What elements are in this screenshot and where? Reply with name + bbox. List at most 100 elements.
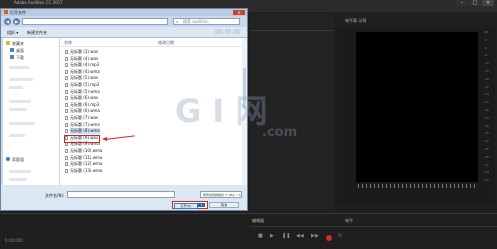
meter-bar (430, 184, 431, 188)
meter-tick: -15 (484, 69, 489, 73)
file-name: 无标题 (7).wma (70, 121, 100, 127)
file-name: 无标题 (4).wav (70, 55, 99, 61)
back-button[interactable]: ◀ (4, 18, 11, 25)
dialog-title: 打开文件 (10, 10, 26, 15)
loop-icon[interactable]: ↻ (338, 233, 342, 239)
file-row[interactable]: 无标题 (3).wav (65, 49, 125, 55)
meter-display (356, 32, 478, 182)
audio-file-icon (65, 96, 68, 101)
file-row[interactable]: 无标题 (6).mp3 (65, 102, 125, 108)
blurred-item (9, 86, 23, 89)
open-button[interactable]: 打开(O) (174, 203, 198, 209)
audio-file-icon (65, 50, 68, 54)
open-dropdown-button[interactable]: ▾ (198, 203, 205, 207)
file-row[interactable]: 无标题 (4).wav (65, 56, 125, 62)
meter-bar (402, 184, 403, 188)
level-tab[interactable]: 电平 (345, 218, 353, 224)
navigation-pane: 收藏夹 桌面 下载 家庭组 (3, 38, 60, 185)
meter-tick: -36 (484, 123, 489, 128)
file-row[interactable]: 无标题 (5).mp3 (65, 82, 125, 88)
file-name: 无标题 (6).wma (70, 108, 100, 114)
file-row[interactable]: 无标题 (7).wav (65, 115, 125, 121)
file-row[interactable]: 无标题 (11).wma (65, 155, 125, 161)
dialog-footer: 文件名(N): 所有支持的格式 (*.264, *.3g2, *. 打开(O) … (1, 185, 247, 210)
nav-favorites-label: 收藏夹 (12, 41, 24, 46)
meter-bar (374, 184, 375, 188)
meter-bar (446, 184, 447, 188)
time-display: 0:00.000 (5, 238, 23, 243)
file-row[interactable]: 无标题 (4).mp3 (65, 62, 125, 68)
file-row[interactable]: 无标题 (12).wma (65, 161, 125, 167)
search-input[interactable]: ⌕ 搜索 audition (173, 18, 240, 25)
view-button[interactable] (215, 29, 223, 34)
preview-pane-button[interactable] (225, 29, 231, 34)
stop-icon[interactable]: ■ (258, 233, 263, 239)
audio-file-icon (65, 109, 68, 114)
meter-bar (462, 184, 463, 188)
forward-icon[interactable]: ▶▶ (311, 233, 319, 239)
open-button-highlight: 打开(O) ▾ (172, 201, 208, 209)
meter-bar (382, 184, 383, 188)
meter-bar (450, 184, 451, 188)
divider (60, 46, 242, 47)
filename-input[interactable] (67, 191, 175, 198)
audio-file-icon (65, 122, 68, 127)
file-name: 无标题 (5).wav (70, 75, 99, 81)
file-row[interactable]: 无标题 (13).wma (65, 168, 125, 174)
file-row[interactable]: 无标题 (8).wma (65, 128, 125, 135)
blurred-item (9, 108, 27, 111)
audio-file-icon (65, 162, 68, 167)
meter-bar (458, 184, 459, 188)
selected-file-highlight (64, 135, 100, 143)
file-name: 无标题 (10).wma (70, 148, 103, 153)
download-icon (10, 55, 14, 59)
search-icon: ⌕ (176, 19, 179, 24)
nav-homegroup-label: 家庭组 (12, 157, 24, 162)
blurred-item (9, 122, 35, 125)
meter-tick: -48 (484, 154, 489, 159)
new-folder-button[interactable]: 新建文件夹 (27, 30, 47, 36)
address-bar[interactable] (22, 18, 168, 25)
meter-bar (442, 184, 443, 188)
audio-file-icon (65, 116, 68, 120)
timeline-track (250, 226, 497, 227)
pause-icon[interactable]: ❚❚ (282, 233, 290, 239)
audition-icon (4, 10, 8, 14)
file-name: 无标题 (8).wma (70, 128, 100, 135)
record-button[interactable] (326, 235, 332, 241)
file-name: 无标题 (11).wma (70, 154, 103, 160)
meter-bar (434, 184, 435, 188)
dialog-toolbar: 组织 ▾ 新建文件夹 (1, 27, 247, 38)
meter-bar (362, 184, 363, 188)
cancel-button[interactable]: 取消 (209, 202, 239, 208)
nav-desktop-label: 桌面 (16, 48, 24, 53)
play-icon[interactable]: ▶ (270, 233, 274, 239)
audio-file-icon (65, 83, 68, 87)
file-row[interactable]: 无标题 (6).wma (65, 108, 125, 114)
blurred-item (9, 170, 31, 173)
editor-tab[interactable]: 编辑器 (252, 218, 264, 224)
organize-button[interactable]: 组织 ▾ (7, 30, 18, 36)
blurred-item (9, 134, 25, 137)
blurred-item (9, 66, 29, 69)
meter-bar (366, 184, 367, 188)
nav-downloads-label: 下载 (16, 55, 24, 60)
file-row[interactable]: 无标题 (5).wma (65, 89, 125, 95)
rewind-icon[interactable]: ◀◀ (296, 233, 304, 239)
file-row[interactable]: 无标题 (5).wav (65, 75, 125, 81)
file-row[interactable]: 无标题 (10).wma (65, 148, 125, 154)
file-row[interactable]: 无标题 (4).wma (65, 69, 125, 75)
meter-tick: -42 (484, 139, 489, 144)
audio-file-icon (65, 155, 68, 160)
forward-button[interactable]: ▶ (13, 18, 20, 25)
close-button[interactable]: ✕ (233, 10, 245, 15)
file-row[interactable]: 无标题 (7).wma (65, 122, 125, 128)
file-type-select[interactable]: 所有支持的格式 (*.264, *.3g2, *. (200, 191, 242, 198)
file-name: 无标题 (3).wav (70, 49, 99, 54)
audio-file-icon (65, 56, 68, 61)
help-button[interactable] (233, 29, 240, 34)
file-name: 无标题 (4).wma (70, 68, 100, 74)
meter-tick: -18 (484, 76, 489, 81)
file-row[interactable]: 无标题 (6).wav (65, 95, 125, 101)
dialog-titlebar: 打开文件 ✕ (1, 9, 247, 16)
